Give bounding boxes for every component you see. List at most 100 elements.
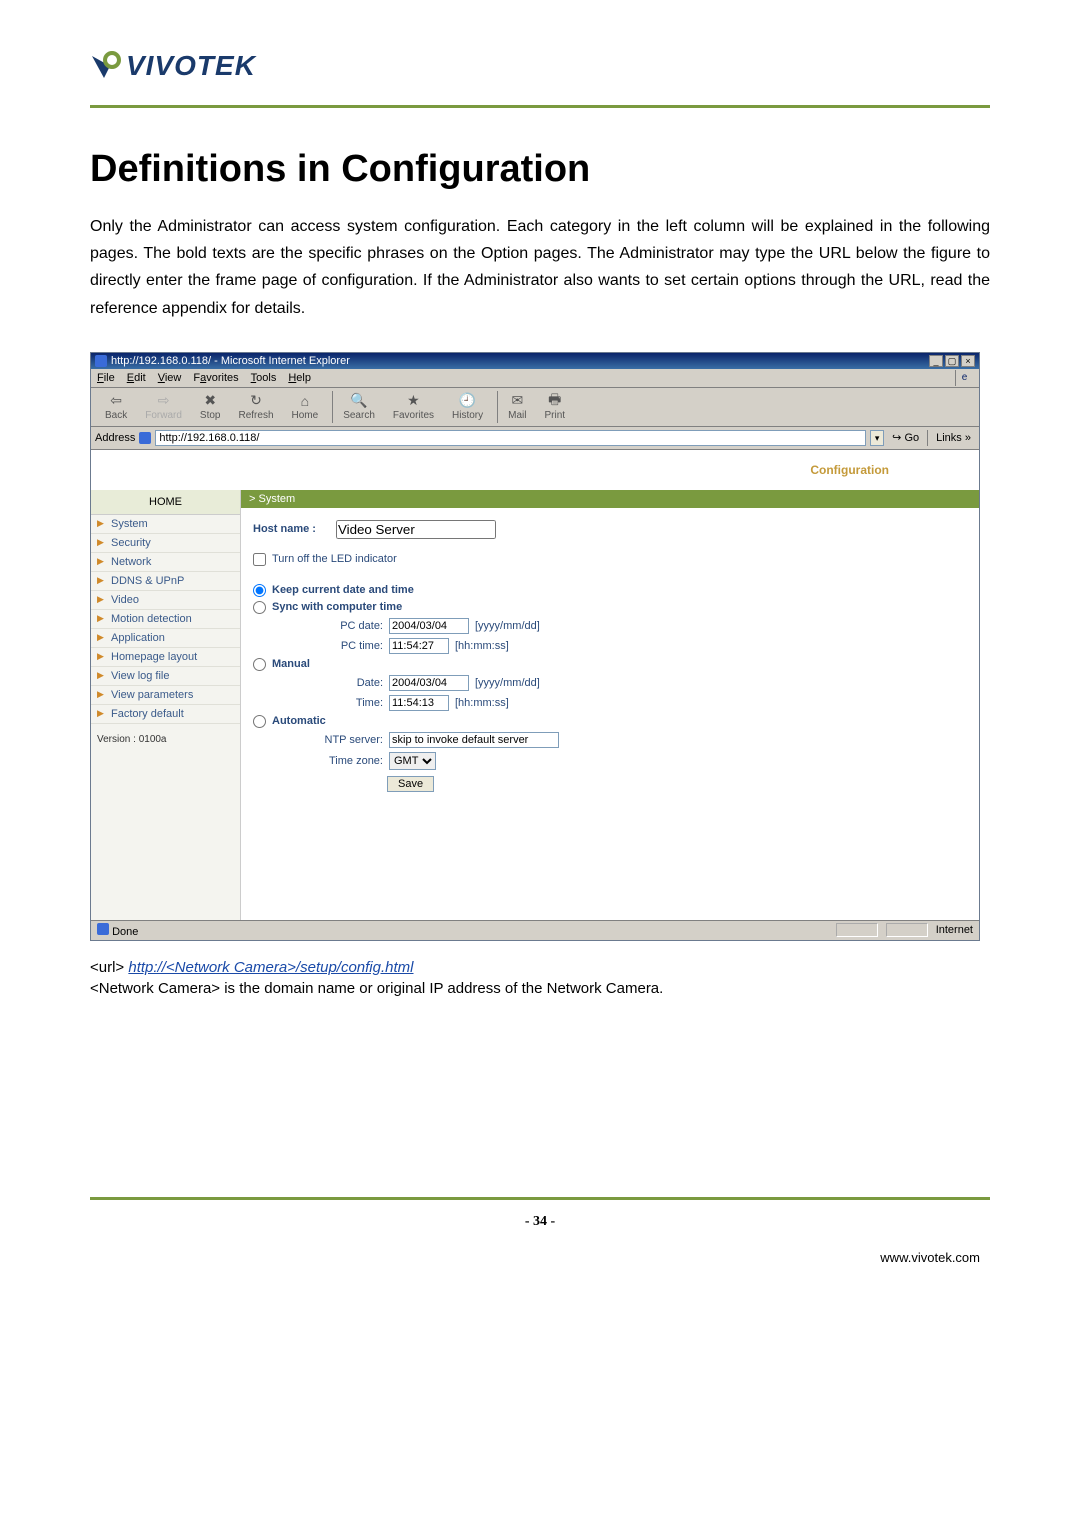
time-input[interactable] <box>389 695 449 711</box>
arrow-icon: ▶ <box>97 537 107 548</box>
arrow-icon: ▶ <box>97 575 107 586</box>
address-bar: Address ▾ ↪ Go Links » <box>91 427 979 450</box>
menubar: File Edit View Favorites Tools Help e <box>91 369 979 388</box>
date-hint: [yyyy/mm/dd] <box>475 677 540 689</box>
note-line: <Network Camera> is the domain name or o… <box>90 980 990 997</box>
sidebar-item-network[interactable]: ▶Network <box>91 553 240 572</box>
history-button[interactable]: 🕘History <box>444 391 491 423</box>
sidebar-item-motion[interactable]: ▶Motion detection <box>91 610 240 629</box>
status-bar: Done Internet <box>91 920 979 940</box>
mail-button[interactable]: ✉Mail <box>497 391 534 423</box>
maximize-button[interactable]: ▢ <box>945 355 959 367</box>
close-button[interactable]: × <box>961 355 975 367</box>
sidebar-home[interactable]: HOME <box>91 490 240 515</box>
brand-name: VIVOTEK <box>126 50 256 82</box>
menu-edit[interactable]: Edit <box>127 372 146 384</box>
menu-view[interactable]: View <box>158 372 182 384</box>
pcdate-input[interactable] <box>389 618 469 634</box>
address-input[interactable] <box>155 430 866 446</box>
sidebar-item-application[interactable]: ▶Application <box>91 629 240 648</box>
menu-favorites[interactable]: Favorites <box>193 372 238 384</box>
sidebar: HOME ▶System ▶Security ▶Network ▶DDNS & … <box>91 490 241 920</box>
radio-auto-label: Automatic <box>272 715 326 727</box>
date-label: Date: <box>313 677 383 689</box>
pcdate-label: PC date: <box>313 620 383 632</box>
tz-label: Time zone: <box>313 755 383 767</box>
sidebar-item-system[interactable]: ▶System <box>91 515 240 534</box>
tz-select[interactable]: GMT <box>389 752 436 770</box>
logo-bar: VIVOTEK <box>90 40 990 108</box>
address-icon <box>139 432 151 444</box>
window-titlebar: http://192.168.0.118/ - Microsoft Intern… <box>91 353 979 369</box>
version-label: Version : 0100a <box>91 724 240 755</box>
ie-icon <box>95 355 107 367</box>
brand-logo: VIVOTEK <box>90 50 256 82</box>
radio-sync-label: Sync with computer time <box>272 601 402 613</box>
home-button[interactable]: ⌂Home <box>284 391 327 423</box>
back-button[interactable]: ⇦Back <box>97 391 135 423</box>
sidebar-item-viewlog[interactable]: ▶View log file <box>91 667 240 686</box>
forward-button[interactable]: ⇨Forward <box>137 391 190 423</box>
mail-icon: ✉ <box>508 393 526 409</box>
radio-sync[interactable] <box>253 601 266 614</box>
pctime-hint: [hh:mm:ss] <box>455 640 509 652</box>
save-button[interactable]: Save <box>387 776 434 792</box>
status-cell <box>836 923 878 937</box>
sidebar-item-factory[interactable]: ▶Factory default <box>91 705 240 724</box>
links-button[interactable]: Links » <box>932 431 975 445</box>
back-icon: ⇦ <box>107 393 125 409</box>
status-text: Done <box>112 926 138 938</box>
radio-manual-label: Manual <box>272 658 310 670</box>
arrow-icon: ▶ <box>97 632 107 643</box>
favorites-icon: ★ <box>404 393 422 409</box>
config-url-link[interactable]: http://<Network Camera>/setup/config.htm… <box>128 959 413 976</box>
search-button[interactable]: 🔍Search <box>332 391 383 423</box>
arrow-icon: ▶ <box>97 556 107 567</box>
menu-file[interactable]: File <box>97 372 115 384</box>
radio-auto[interactable] <box>253 715 266 728</box>
url-line: <url> http://<Network Camera>/setup/conf… <box>90 959 990 976</box>
ntp-input[interactable] <box>389 732 559 748</box>
go-button[interactable]: ↪ Go <box>888 430 923 445</box>
hostname-label: Host name : <box>253 523 316 535</box>
window-title: http://192.168.0.118/ - Microsoft Intern… <box>111 355 350 367</box>
pcdate-hint: [yyyy/mm/dd] <box>475 620 540 632</box>
date-input[interactable] <box>389 675 469 691</box>
status-cell <box>886 923 928 937</box>
sidebar-item-homepage[interactable]: ▶Homepage layout <box>91 648 240 667</box>
menu-help[interactable]: Help <box>288 372 311 384</box>
stop-button[interactable]: ✖Stop <box>192 391 229 423</box>
time-label: Time: <box>313 697 383 709</box>
search-icon: 🔍 <box>350 393 368 409</box>
ie-throbber-icon: e <box>955 370 973 386</box>
favorites-button[interactable]: ★Favorites <box>385 391 442 423</box>
led-checkbox[interactable] <box>253 553 266 566</box>
config-panel: > System Host name : Turn off the LED in… <box>241 490 979 920</box>
toolbar: ⇦Back ⇨Forward ✖Stop ↻Refresh ⌂Home 🔍Sea… <box>91 388 979 427</box>
radio-keep[interactable] <box>253 584 266 597</box>
menu-tools[interactable]: Tools <box>251 372 277 384</box>
print-icon: 🖶 <box>546 393 564 409</box>
radio-manual[interactable] <box>253 658 266 671</box>
forward-icon: ⇨ <box>155 393 173 409</box>
configuration-heading: Configuration <box>810 463 889 477</box>
arrow-icon: ▶ <box>97 689 107 700</box>
address-dropdown[interactable]: ▾ <box>870 430 884 446</box>
sidebar-item-security[interactable]: ▶Security <box>91 534 240 553</box>
led-label: Turn off the LED indicator <box>272 553 397 565</box>
arrow-icon: ▶ <box>97 613 107 624</box>
print-button[interactable]: 🖶Print <box>536 391 573 423</box>
refresh-icon: ↻ <box>247 393 265 409</box>
hostname-input[interactable] <box>336 520 496 539</box>
minimize-button[interactable]: _ <box>929 355 943 367</box>
refresh-button[interactable]: ↻Refresh <box>231 391 282 423</box>
history-icon: 🕘 <box>459 393 477 409</box>
page-title: Definitions in Configuration <box>90 148 990 191</box>
sidebar-item-viewparams[interactable]: ▶View parameters <box>91 686 240 705</box>
arrow-icon: ▶ <box>97 518 107 529</box>
status-ie-icon <box>97 923 109 935</box>
section-header: > System <box>241 490 979 508</box>
sidebar-item-video[interactable]: ▶Video <box>91 591 240 610</box>
sidebar-item-ddns[interactable]: ▶DDNS & UPnP <box>91 572 240 591</box>
pctime-input[interactable] <box>389 638 449 654</box>
